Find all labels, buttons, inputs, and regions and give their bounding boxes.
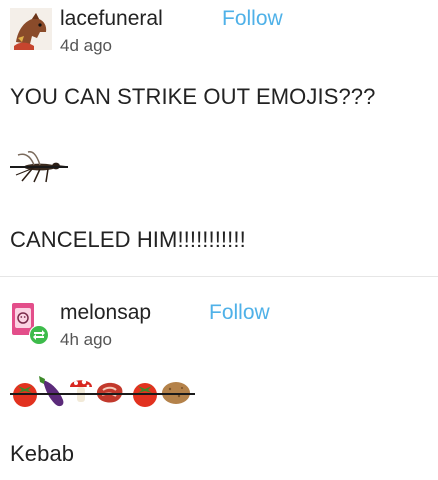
emoji-strikethrough xyxy=(10,393,195,395)
post-timestamp: 4h ago xyxy=(60,330,112,349)
emoji-strikethrough xyxy=(10,166,68,168)
struck-emoji-line xyxy=(10,372,195,412)
reblog-icon xyxy=(29,325,49,345)
post-header: lacefuneral Follow 4d ago xyxy=(10,6,430,56)
post-melonsap: melonsap Follow 4h ago Kebab xyxy=(0,277,438,480)
post-timestamp: 4d ago xyxy=(60,36,112,55)
post-text-line: CANCELED HIM!!!!!!!!!!! xyxy=(10,227,246,252)
post-lacefuneral: lacefuneral Follow 4d ago YOU CAN STRIKE… xyxy=(0,0,438,276)
username[interactable]: lacefuneral xyxy=(60,6,163,32)
follow-button[interactable]: Follow xyxy=(209,300,270,326)
follow-button[interactable]: Follow xyxy=(222,6,283,32)
username[interactable]: melonsap xyxy=(60,300,151,326)
post-header: melonsap Follow 4h ago xyxy=(10,300,430,350)
eggplant-icon xyxy=(39,376,64,407)
mushroom-icon xyxy=(70,379,92,402)
post-text-line: YOU CAN STRIKE OUT EMOJIS??? xyxy=(10,84,376,109)
horse-avatar-icon[interactable] xyxy=(10,8,52,50)
struck-emoji-line xyxy=(10,145,70,187)
post-text-line: Kebab xyxy=(10,441,75,466)
